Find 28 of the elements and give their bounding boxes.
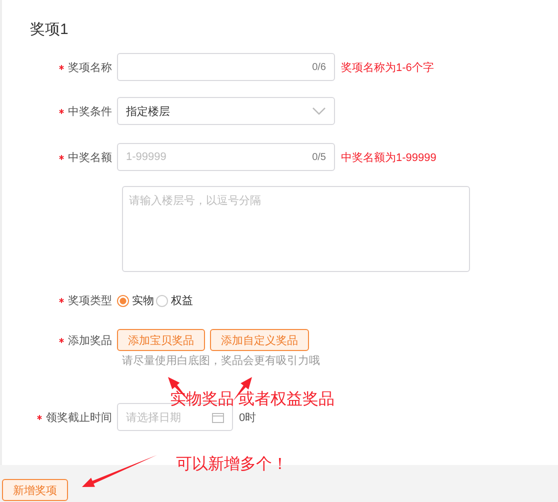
add-prize-button[interactable]: 添加宝贝奖品: [117, 329, 205, 351]
add-prize-button[interactable]: 添加自定义奖品: [210, 329, 309, 351]
chevron-down-icon: [312, 107, 326, 115]
annotation-text: 可以新增多个！: [176, 455, 288, 475]
text-field[interactable]: 0/6: [117, 53, 335, 81]
char-counter: 0/5: [312, 152, 326, 162]
radio-option[interactable]: 实物: [117, 293, 154, 308]
char-counter: 0/6: [312, 62, 326, 72]
field-label: 中奖名额: [68, 150, 112, 164]
placeholder-text: 1-99999: [126, 151, 166, 163]
help-text: 请尽量使用白底图，奖品会更有吸引力哦: [122, 354, 320, 368]
text-field[interactable]: 1-99999 0/5: [117, 143, 335, 171]
time-suffix: 0时: [239, 410, 256, 424]
error-hint: 奖项名称为1-6个字: [341, 60, 434, 74]
field-label: 奖项类型: [68, 294, 112, 308]
calendar-icon: [212, 412, 224, 422]
field-label: 领奖截止时间: [46, 410, 112, 424]
textarea-field[interactable]: 请输入楼层号，以逗号分隔: [122, 186, 470, 272]
field-label: 添加奖品: [68, 334, 112, 348]
field-label: 奖项名称: [68, 60, 112, 74]
radio-option[interactable]: 权益: [156, 293, 193, 308]
placeholder-text: 请选择日期: [126, 410, 181, 424]
section-title: 奖项1: [30, 20, 70, 40]
select-value: 指定楼层: [126, 104, 170, 118]
add-prize-item-button[interactable]: 新增奖项: [2, 479, 68, 501]
select-field[interactable]: 指定楼层: [117, 97, 335, 125]
field-label: 中奖条件: [68, 104, 112, 118]
error-hint: 中奖名额为1-99999: [341, 150, 436, 164]
